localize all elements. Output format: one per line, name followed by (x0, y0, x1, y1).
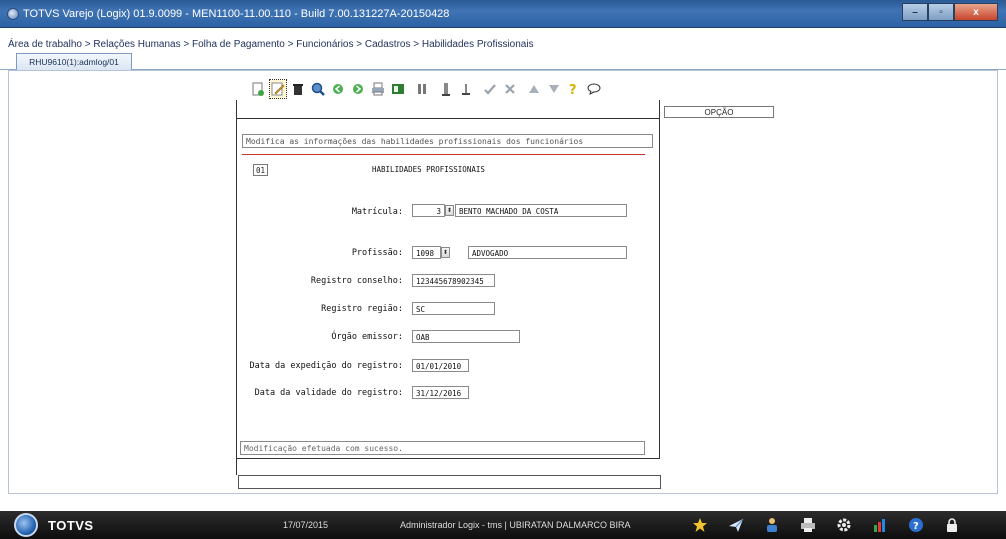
data-validade-input[interactable]: 31/12/2016 (412, 386, 469, 399)
send-icon[interactable] (726, 515, 746, 535)
frame-edge-bottom (236, 459, 237, 475)
svg-text:?: ? (913, 521, 919, 532)
data-expedicao-label: Data da expedição do registro: (249, 361, 403, 371)
first-icon[interactable] (413, 79, 431, 99)
sequence-field[interactable]: 01 (253, 164, 268, 176)
orgao-emissor-label: Órgão emissor: (331, 332, 403, 342)
option-panel[interactable]: OPÇÃO (664, 106, 774, 118)
window-controls: – ▫ x (902, 3, 998, 21)
help-icon[interactable]: ? (906, 515, 926, 535)
help-icon[interactable]: ? (565, 79, 583, 99)
profissao-name-field: ADVOGADO (468, 246, 627, 259)
form-description: Modifica as informações das habilidades … (242, 134, 653, 148)
data-expedicao-input[interactable]: 01/01/2010 (412, 359, 469, 372)
totvs-logo-icon[interactable] (14, 513, 38, 537)
breadcrumb[interactable]: Área de trabalho > Relações Humanas > Fo… (8, 39, 534, 50)
move-up-icon[interactable] (525, 79, 543, 99)
tab-rhu9610[interactable]: RHU9610(1):admlog/01 (16, 53, 132, 70)
section-title: HABILIDADES PROFISSIONAIS (372, 165, 485, 174)
delete-icon[interactable] (289, 79, 307, 99)
profissao-code-input[interactable]: 1098 (412, 246, 441, 259)
chart-icon[interactable] (870, 515, 890, 535)
registro-conselho-input[interactable]: 123445678902345 (412, 274, 495, 287)
orgao-emissor-input[interactable]: OAB (412, 330, 520, 343)
window-title-bar: TOTVS Varejo (Logix) 01.9.0099 - MEN1100… (0, 0, 1006, 28)
confirm-icon[interactable] (481, 79, 499, 99)
frame-edge-left (236, 100, 237, 118)
last-icon[interactable] (437, 79, 455, 99)
brand-label: TOTVS (48, 518, 94, 533)
new-record-icon[interactable] (249, 79, 267, 99)
comment-icon[interactable] (585, 79, 603, 99)
bottom-status-box (238, 475, 661, 489)
tab-row: RHU9610(1):admlog/01 (0, 52, 1006, 70)
registro-conselho-label: Registro conselho: (310, 276, 403, 286)
taskbar-date: 17/07/2015 (283, 520, 329, 530)
matricula-code-input[interactable]: 3 (412, 204, 445, 217)
profissao-label: Profissão: (351, 248, 403, 258)
frame-edge-right (659, 100, 660, 118)
toolbar: ? (249, 77, 605, 101)
printer-icon[interactable] (798, 515, 818, 535)
app-icon (7, 8, 19, 20)
taskbar-user: Administrador Logix - tms | UBIRATAN DAL… (400, 520, 631, 530)
favorites-star-icon[interactable] (690, 515, 710, 535)
settings-gear-icon[interactable] (834, 515, 854, 535)
maximize-button[interactable]: ▫ (928, 3, 954, 21)
section-divider (242, 154, 645, 155)
profissao-spinner[interactable]: ⬍ (441, 247, 450, 258)
previous-icon[interactable] (329, 79, 347, 99)
registro-regiao-label: Registro região: (321, 304, 403, 314)
matricula-name-field: BENTO MACHADO DA COSTA (455, 204, 627, 217)
status-message: Modificação efetuada com sucesso. (240, 441, 645, 455)
registro-regiao-input[interactable]: SC (412, 302, 495, 315)
minimize-button[interactable]: – (902, 3, 928, 21)
export-icon[interactable] (389, 79, 407, 99)
close-button[interactable]: x (954, 3, 998, 21)
window-title: TOTVS Varejo (Logix) 01.9.0099 - MEN1100… (23, 8, 450, 20)
edit-icon[interactable] (269, 79, 287, 99)
next-icon[interactable] (349, 79, 367, 99)
user-icon[interactable] (762, 515, 782, 535)
field-down-icon[interactable] (457, 79, 475, 99)
svg-text:?: ? (569, 83, 577, 96)
matricula-label: Matrícula: (351, 207, 403, 217)
lock-icon[interactable] (942, 515, 962, 535)
cancel-icon[interactable] (501, 79, 519, 99)
taskbar: TOTVS 17/07/2015 Administrador Logix - t… (0, 511, 1006, 539)
move-down-icon[interactable] (545, 79, 563, 99)
data-validade-label: Data da validade do registro: (254, 388, 403, 398)
tray-icons: ? (690, 515, 962, 535)
matricula-spinner[interactable]: ⬍ (445, 205, 454, 216)
search-icon[interactable] (309, 79, 327, 99)
print-icon[interactable] (369, 79, 387, 99)
